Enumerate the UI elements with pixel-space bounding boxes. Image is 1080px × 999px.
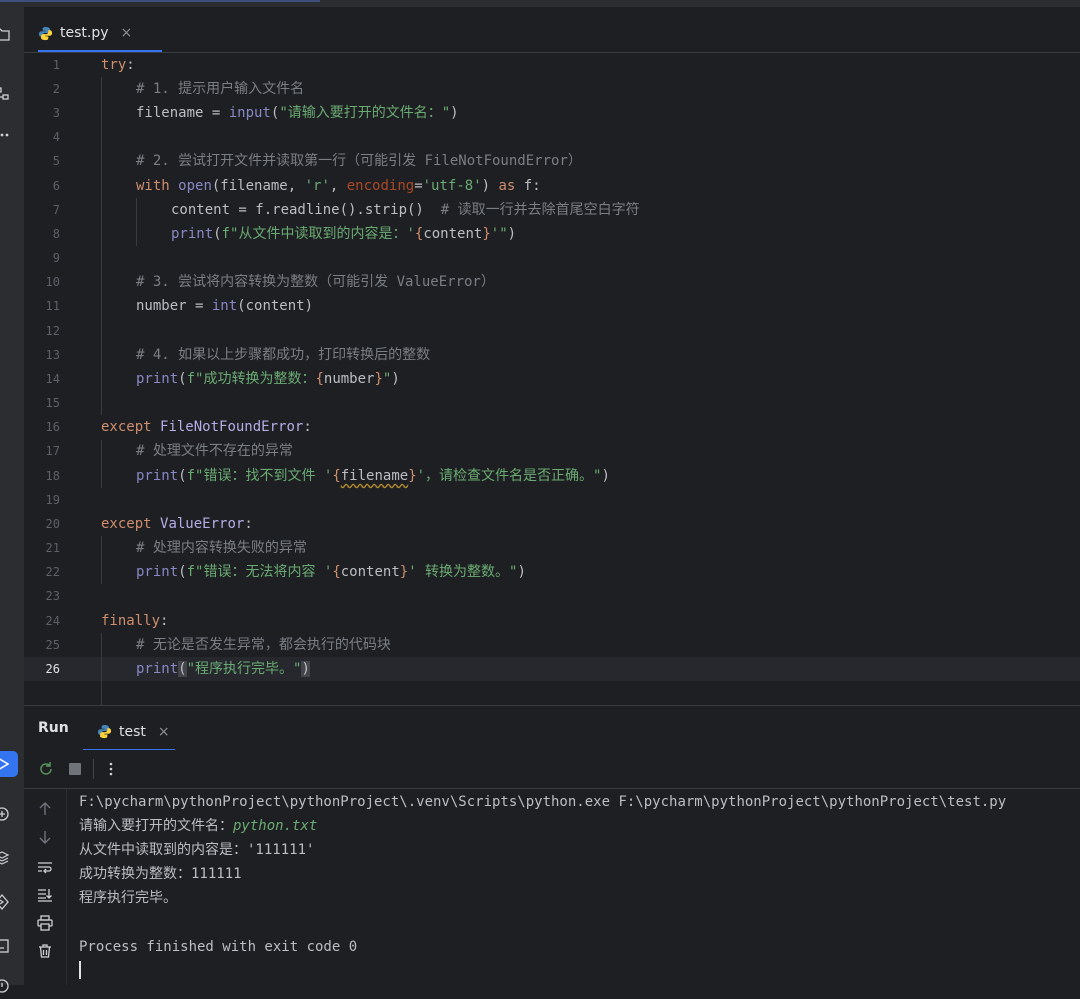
scroll-to-end-icon[interactable] (35, 885, 55, 905)
more-vertical-icon[interactable] (101, 759, 121, 779)
code-line-24: finally: (101, 613, 169, 629)
line-number: 14 (45, 372, 60, 386)
line-number: 2 (52, 82, 60, 96)
line-number: 25 (45, 638, 60, 652)
code-line-5: # 2. 尝试打开文件并读取第一行（可能引发 FileNotFoundError… (136, 153, 582, 169)
code-line-13: # 4. 如果以上步骤都成功，打印转换后的整数 (136, 347, 431, 363)
more-icon[interactable] (0, 122, 24, 148)
structure-icon[interactable] (0, 81, 24, 107)
line-number: 16 (45, 420, 60, 434)
line-number: 9 (52, 251, 60, 265)
line-number-current: 26 (45, 662, 60, 676)
line-number: 4 (52, 130, 60, 144)
scroll-down-icon[interactable] (35, 827, 55, 847)
line-number: 10 (45, 275, 60, 289)
line-number: 7 (52, 203, 60, 217)
code-line-7: content = f.readline().strip() # 读取一行并去除… (171, 202, 640, 218)
console-prompt-line: 请输入要打开的文件名：python.txt (79, 818, 318, 834)
code-line-22: print(f"错误：无法将内容 '{content}' 转换为整数。") (136, 564, 526, 580)
stop-icon[interactable] (65, 759, 85, 779)
services-icon[interactable] (0, 889, 24, 915)
top-accent (0, 0, 320, 2)
line-number: 11 (45, 299, 60, 313)
run-tab-label: test (119, 723, 146, 740)
line-number: 24 (45, 614, 60, 628)
line-number: 12 (45, 324, 60, 338)
trash-icon[interactable] (35, 941, 55, 961)
code-line-3: filename = input("请输入要打开的文件名：") (136, 105, 459, 121)
python-packages-icon[interactable] (0, 801, 24, 827)
code-line-10: # 3. 尝试将内容转换为整数（可能引发 ValueError） (136, 274, 495, 290)
indent-guide (101, 440, 102, 488)
console-output-line: 成功转换为整数：111111 (79, 866, 242, 882)
line-number: 6 (52, 179, 60, 193)
terminal-icon[interactable] (0, 933, 24, 959)
toolbar-separator (93, 759, 94, 779)
run-icon[interactable] (0, 751, 18, 777)
run-tab-close-icon[interactable]: × (158, 724, 170, 740)
console-caret (79, 961, 81, 979)
run-console[interactable]: F:\pycharm\pythonProject\pythonProject\.… (67, 789, 1080, 985)
console-command-line: F:\pycharm\pythonProject\pythonProject\.… (79, 794, 1007, 810)
layers-icon[interactable] (0, 845, 24, 871)
line-number: 22 (45, 565, 60, 579)
folder-icon[interactable] (0, 21, 24, 47)
code-line-6: with open(filename, 'r', encoding='utf-8… (136, 178, 541, 194)
window-top-strip (0, 0, 1080, 7)
line-number: 18 (45, 469, 60, 483)
tab-active-indicator (38, 50, 162, 52)
code-line-8: print(f"从文件中读取到的内容是：'{content}'") (171, 226, 517, 242)
line-number: 13 (45, 348, 60, 362)
code-line-21: # 处理内容转换失败的异常 (136, 540, 307, 556)
line-number: 8 (52, 227, 60, 241)
python-file-icon (97, 724, 112, 739)
code-line-16: except FileNotFoundError: (101, 419, 312, 435)
line-number: 3 (52, 106, 60, 120)
code-editor[interactable]: 1 2 3 4 5 6 7 8 9 10 11 12 13 14 15 16 1… (24, 53, 1080, 705)
left-tool-strip (0, 7, 25, 993)
indent-guide (101, 536, 102, 584)
editor-tab-bar: test.py × (24, 7, 1080, 53)
line-number: 1 (52, 58, 60, 72)
code-line-26: print("程序执行完毕。") (136, 661, 310, 677)
line-number: 5 (52, 154, 60, 168)
console-output-line: 程序执行完毕。 (79, 890, 177, 906)
run-tab-test[interactable]: test × (83, 712, 175, 751)
run-toolbar (24, 750, 1080, 789)
tab-filename: test.py (60, 25, 109, 41)
line-number: 21 (45, 541, 60, 555)
line-number: 19 (45, 493, 60, 507)
code-line-2: # 1. 提示用户输入文件名 (136, 81, 305, 97)
problems-icon[interactable] (0, 973, 24, 999)
code-line-25: # 无论是否发生异常，都会执行的代码块 (136, 637, 391, 653)
line-number: 17 (45, 444, 60, 458)
tab-test-py[interactable]: test.py × (38, 15, 162, 52)
print-icon[interactable] (35, 913, 55, 933)
python-file-icon (38, 26, 53, 40)
tab-close-icon[interactable]: × (121, 25, 133, 41)
code-line-17: # 处理文件不存在的异常 (136, 443, 293, 459)
code-line-11: number = int(content) (136, 298, 314, 314)
console-output-line: 从文件中读取到的内容是：'111111' (79, 842, 315, 858)
indent-guide (101, 77, 102, 415)
scroll-up-icon[interactable] (35, 799, 55, 819)
line-number: 20 (45, 517, 60, 531)
run-panel-title: Run (38, 720, 69, 736)
code-line-14: print(f"成功转换为整数：{number}") (136, 371, 400, 387)
line-number: 15 (45, 396, 60, 410)
console-user-input: python.txt (233, 818, 318, 834)
run-panel-header: Run test × (24, 705, 1080, 751)
code-line-1: try: (101, 57, 135, 73)
code-line-18: print(f"错误：找不到文件 '{filename}'，请检查文件名是否正确… (136, 468, 610, 484)
console-exit-line: Process finished with exit code 0 (79, 939, 358, 955)
indent-guide (136, 198, 137, 246)
rerun-icon[interactable] (36, 759, 56, 779)
indent-guide (101, 633, 102, 705)
code-line-20: except ValueError: (101, 516, 253, 532)
line-number: 23 (45, 589, 60, 603)
soft-wrap-icon[interactable] (35, 857, 55, 877)
run-side-toolbar (24, 789, 67, 985)
